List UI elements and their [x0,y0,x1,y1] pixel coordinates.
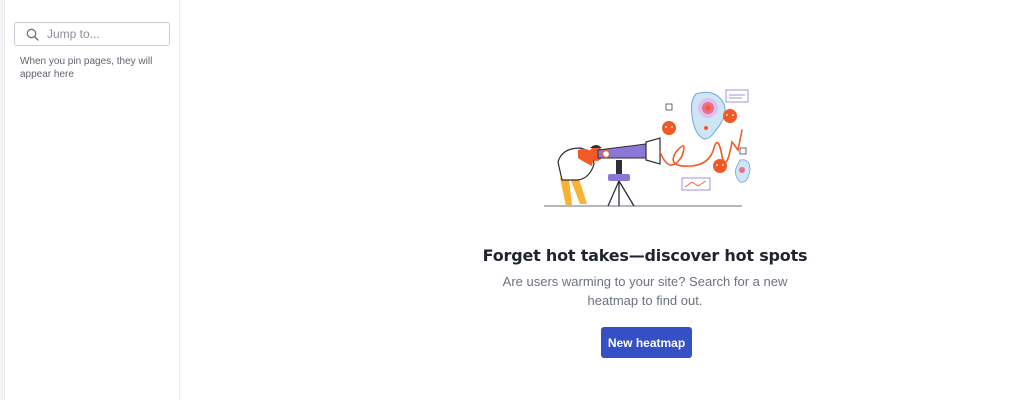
search-icon [25,27,39,41]
sidebar: When you pin pages, they will appear her… [5,0,180,400]
telescope-heatmap-illustration [544,89,751,207]
empty-state-headline: Forget hot takes—discover hot spots [482,246,808,265]
new-heatmap-button[interactable]: New heatmap [601,327,692,358]
empty-state-description-line-1: Are users warming to your site? Search f… [502,274,788,289]
main-content: Forget hot takes—discover hot spots Are … [180,0,1024,400]
empty-state-description: Are users warming to your site? Search f… [180,272,1024,310]
search-input[interactable] [47,27,157,41]
jump-to-search[interactable] [14,22,170,46]
pinned-pages-hint: When you pin pages, they will appear her… [20,56,153,80]
app-root: When you pin pages, they will appear her… [0,0,1024,400]
empty-state-description-line-2: heatmap to find out. [587,293,703,308]
